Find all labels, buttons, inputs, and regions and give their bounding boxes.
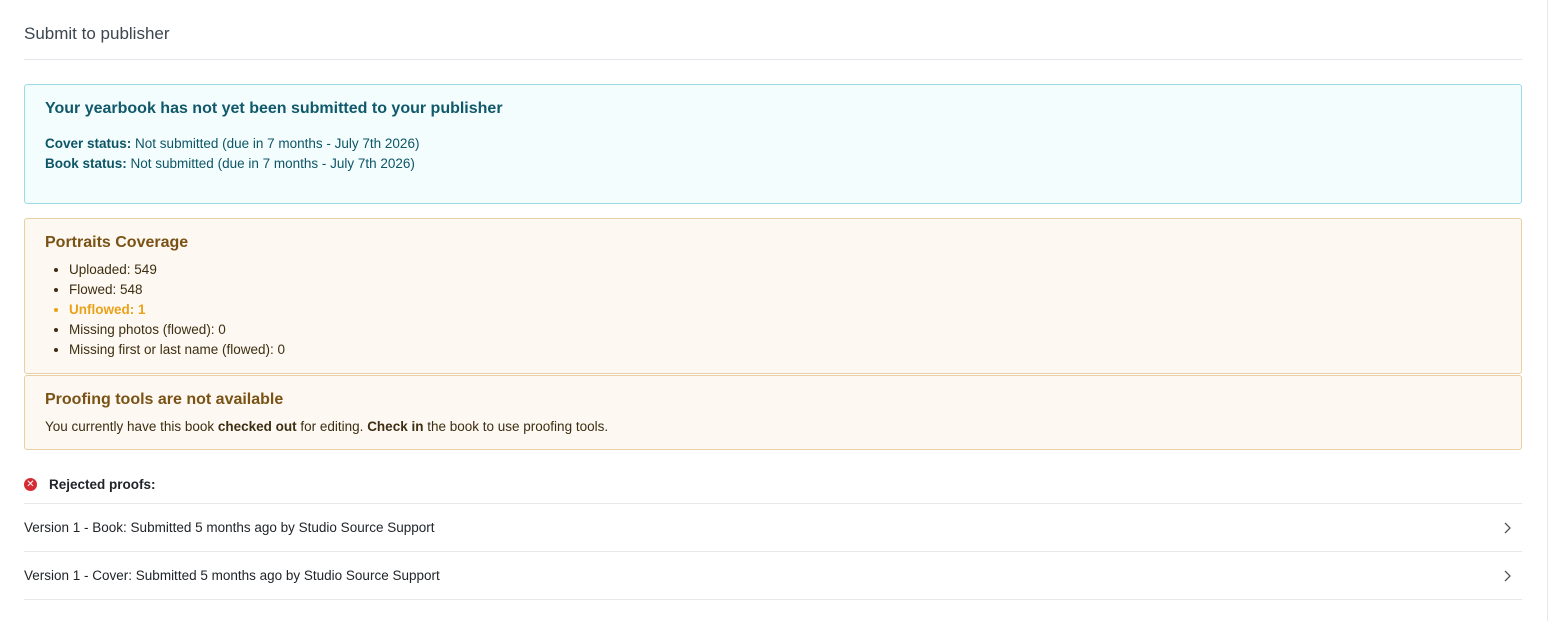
coverage-flowed: Flowed: 548	[69, 280, 1501, 300]
coverage-missing-photos: Missing photos (flowed): 0	[69, 320, 1501, 340]
rejected-proof-row-cover[interactable]: Version 1 - Cover: Submitted 5 months ag…	[24, 552, 1522, 600]
page-title: Submit to publisher	[24, 0, 1522, 60]
error-circle-icon: ✕	[24, 478, 37, 491]
rejected-proofs-header: ✕ Rejected proofs:	[24, 474, 1522, 504]
rejected-proof-row-book[interactable]: Version 1 - Book: Submitted 5 months ago…	[24, 504, 1522, 552]
rejected-proof-text: Version 1 - Book: Submitted 5 months ago…	[24, 520, 435, 535]
submission-heading: Your yearbook has not yet been submitted…	[45, 100, 503, 117]
proofing-unavailable-alert: Proofing tools are not available You cur…	[24, 375, 1522, 450]
proofing-message: You currently have this book checked out…	[45, 417, 1501, 437]
coverage-uploaded: Uploaded: 549	[69, 260, 1501, 280]
proofing-checked-out: checked out	[217, 419, 297, 434]
book-status-value: Not submitted (due in 7 months - July 7t…	[130, 156, 415, 171]
main-content: Submit to publisher Your yearbook has no…	[24, 0, 1522, 600]
cover-status-label: Cover status:	[45, 136, 132, 151]
page: Submit to publisher Your yearbook has no…	[0, 0, 1548, 621]
coverage-missing-names: Missing first or last name (flowed): 0	[69, 340, 1501, 360]
proofing-text-3: the book to use proofing tools.	[423, 419, 609, 434]
proofing-text-2: for editing.	[296, 419, 368, 434]
portraits-coverage-alert: Portraits Coverage Uploaded: 549 Flowed:…	[24, 218, 1522, 374]
cover-status-value: Not submitted (due in 7 months - July 7t…	[135, 136, 420, 151]
book-status: Book status: Not submitted (due in 7 mon…	[45, 154, 1501, 174]
chevron-right-icon	[1504, 522, 1511, 533]
chevron-right-icon	[1504, 570, 1511, 581]
coverage-unflowed: Unflowed: 1	[69, 300, 1501, 320]
status-lines: Cover status: Not submitted (due in 7 mo…	[45, 134, 1501, 174]
coverage-heading: Portraits Coverage	[45, 234, 189, 251]
coverage-list: Uploaded: 549 Flowed: 548 Unflowed: 1 Mi…	[45, 260, 1501, 360]
submission-status-alert: Your yearbook has not yet been submitted…	[24, 84, 1522, 204]
proofing-check-in: Check in	[367, 419, 424, 434]
book-status-label: Book status:	[45, 156, 127, 171]
rejected-proofs-label: Rejected proofs:	[49, 477, 156, 492]
rejected-proof-text: Version 1 - Cover: Submitted 5 months ag…	[24, 568, 440, 583]
proofing-heading: Proofing tools are not available	[45, 391, 284, 408]
proofing-text-1: You currently have this book	[45, 419, 218, 434]
cover-status: Cover status: Not submitted (due in 7 mo…	[45, 134, 1501, 154]
